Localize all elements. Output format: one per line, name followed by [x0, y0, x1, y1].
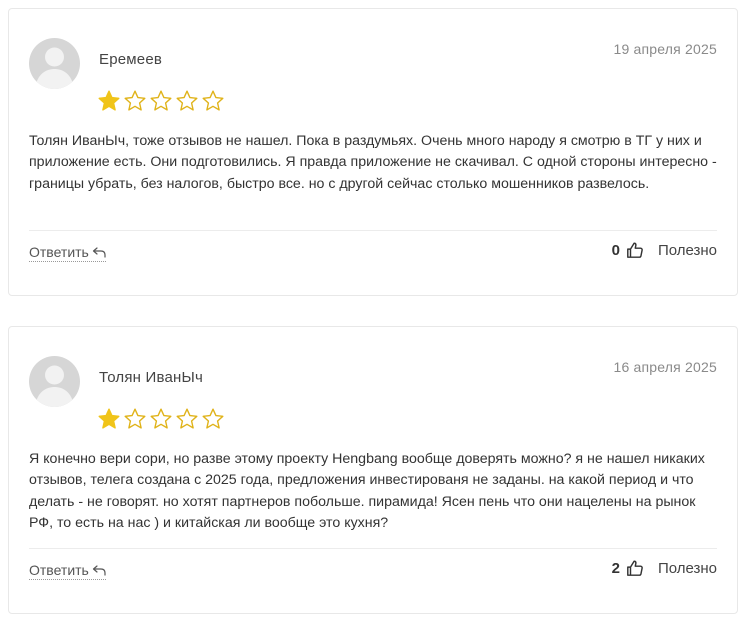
- review-author: Еремеев: [99, 51, 163, 68]
- reply-label: Ответить: [29, 244, 89, 260]
- star-filled-icon: [98, 408, 120, 429]
- star-filled-icon: [98, 90, 120, 111]
- reply-button[interactable]: Ответить: [29, 562, 106, 580]
- avatar: [29, 356, 80, 407]
- review-date: 19 апреля 2025: [613, 41, 717, 57]
- review-author: Толян ИванЫч: [99, 369, 204, 386]
- review-date: 16 апреля 2025: [613, 359, 717, 375]
- useful-block: 2 Полезно: [612, 559, 717, 577]
- thumbs-up-icon[interactable]: [626, 241, 644, 259]
- useful-label[interactable]: Полезно: [658, 242, 717, 259]
- user-placeholder-icon: [35, 47, 74, 89]
- star-empty-icon: [124, 408, 146, 429]
- rating-stars: [97, 407, 225, 431]
- reply-label: Ответить: [29, 562, 89, 578]
- reply-arrow-icon: [92, 565, 106, 576]
- user-placeholder-icon: [35, 365, 74, 407]
- divider: [29, 548, 717, 549]
- reply-button[interactable]: Ответить: [29, 244, 106, 262]
- useful-block: 0 Полезно: [612, 241, 717, 259]
- avatar: [29, 38, 80, 89]
- reply-arrow-icon: [92, 247, 106, 258]
- divider: [29, 230, 717, 231]
- star-empty-icon: [150, 408, 172, 429]
- star-empty-icon: [124, 90, 146, 111]
- like-count: 2: [611, 559, 620, 577]
- review-text: Я конечно вери сори, но разве этому прое…: [29, 451, 705, 532]
- review-card: Еремеев 19 апреля 2025 Толян ИванЫч, тож…: [8, 8, 738, 296]
- rating-stars: [97, 89, 225, 113]
- review-text: Толян ИванЫч, тоже отзывов не нашел. Пок…: [29, 133, 717, 192]
- useful-label[interactable]: Полезно: [658, 560, 717, 577]
- star-empty-icon: [202, 90, 224, 111]
- star-empty-icon: [176, 408, 198, 429]
- thumbs-up-icon[interactable]: [626, 559, 644, 577]
- review-card: Толян ИванЫч 16 апреля 2025 Я конечно ве…: [8, 326, 738, 614]
- star-empty-icon: [202, 408, 224, 429]
- star-empty-icon: [150, 90, 172, 111]
- star-empty-icon: [176, 90, 198, 111]
- like-count: 0: [611, 241, 620, 259]
